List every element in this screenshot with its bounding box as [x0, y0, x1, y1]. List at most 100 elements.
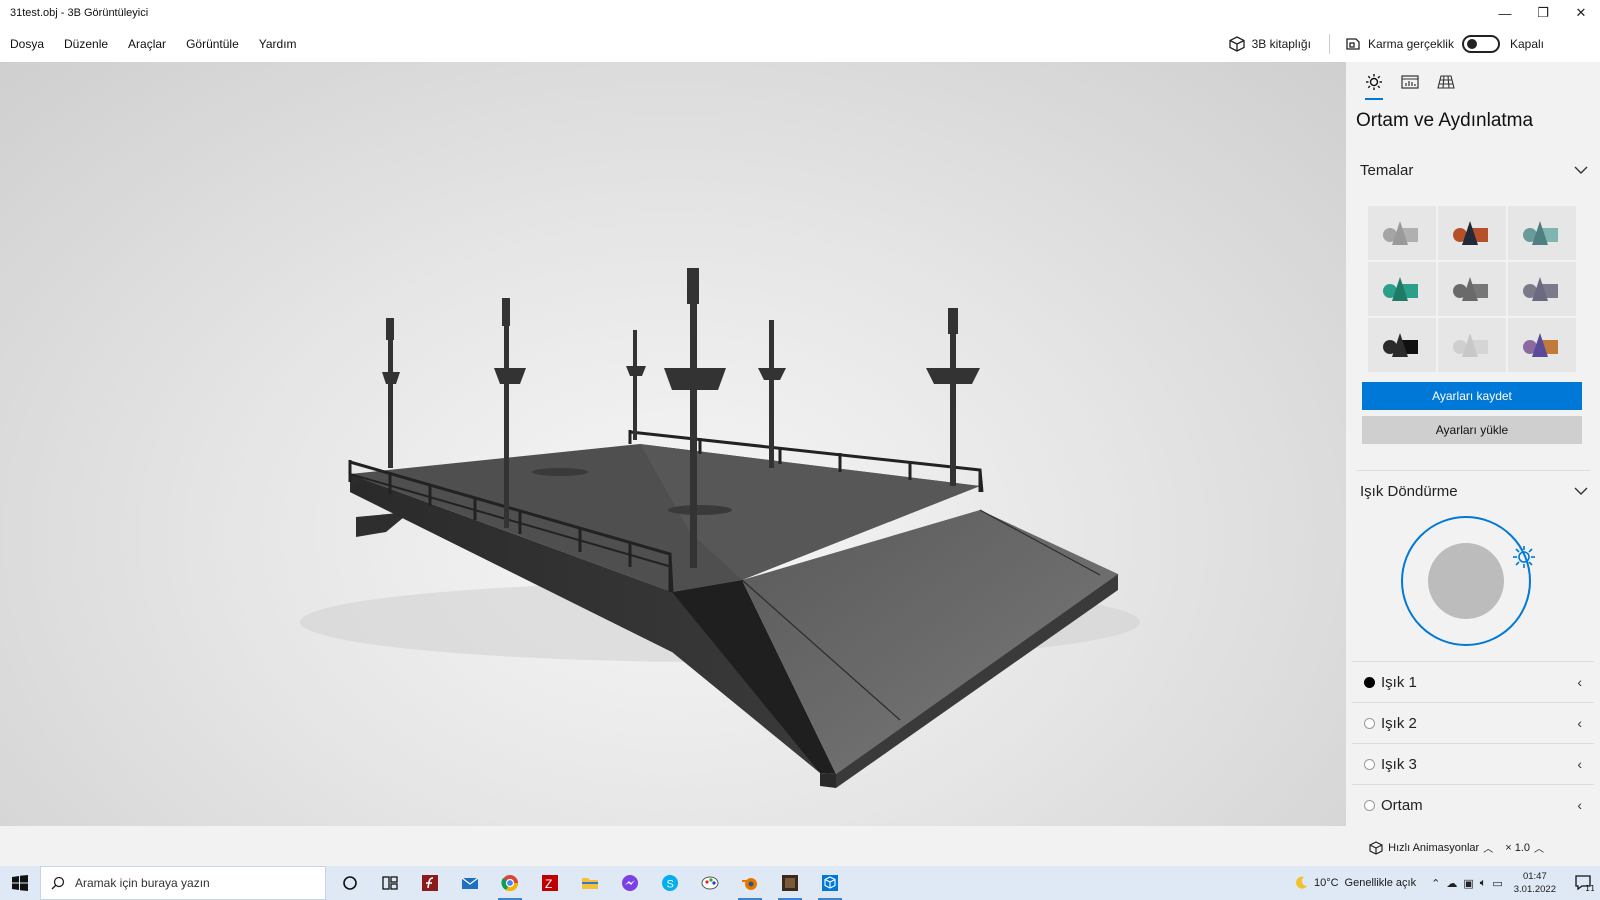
clock-time: 01:47 [1522, 871, 1547, 882]
light-rotation-section-header[interactable]: Işık Döndürme [1346, 471, 1600, 511]
theme-swatch[interactable] [1438, 262, 1506, 316]
notification-center-button[interactable]: 11 [1568, 866, 1600, 900]
volume-icon[interactable]: 🔈︎ [1480, 877, 1487, 890]
skype-icon: S [662, 875, 678, 891]
mixed-reality-label: Karma gerçeklik [1367, 37, 1454, 51]
3d-viewport[interactable] [0, 62, 1346, 826]
light-item[interactable]: Işık 1 ‹ [1352, 661, 1594, 702]
taskbar-app-button[interactable]: S [650, 866, 690, 900]
network-icon[interactable]: ▣ [1463, 877, 1473, 890]
display-icon[interactable]: ▭ [1492, 877, 1502, 890]
themes-section-header[interactable]: Temalar [1346, 150, 1600, 190]
menu-tools[interactable]: Araçlar [128, 37, 166, 51]
chevron-left-icon[interactable]: ‹ [1577, 797, 1582, 813]
mixed-reality-toggle[interactable] [1461, 35, 1500, 53]
taskbar-app-button[interactable] [770, 866, 810, 900]
light-sun-icon[interactable] [1513, 546, 1535, 568]
animations-label: Hızlı Animasyonlar [1388, 841, 1480, 854]
tab-lighting[interactable] [1356, 62, 1392, 102]
light-rotation-dial [1401, 516, 1535, 646]
grid-icon [1437, 75, 1455, 89]
light-item[interactable]: Işık 2 ‹ [1352, 702, 1594, 743]
light-radio[interactable] [1364, 758, 1375, 770]
speed-chevron-up-icon[interactable]: ︿ [1534, 840, 1544, 855]
theme-swatch[interactable] [1368, 262, 1436, 316]
light-item[interactable]: Ortam ‹ [1352, 784, 1594, 825]
clock[interactable]: 01:47 3.01.2022 [1514, 870, 1556, 896]
close-button[interactable]: ✕ [1562, 0, 1600, 26]
theme-preview-icon [1523, 277, 1558, 301]
taskbar-app-button[interactable] [730, 866, 770, 900]
load-settings-button[interactable]: Ayarları yükle [1362, 416, 1582, 444]
theme-swatch[interactable] [1438, 318, 1506, 372]
light-item[interactable]: Işık 3 ‹ [1352, 743, 1594, 784]
taskbar-app-button[interactable] [410, 866, 450, 900]
taskbar-app-button[interactable]: Z [530, 866, 570, 900]
chevron-up-icon[interactable]: ⌃ [1431, 877, 1440, 890]
cloud-icon[interactable]: ☁ [1446, 877, 1457, 890]
theme-swatch[interactable] [1438, 206, 1506, 260]
light-radio[interactable] [1364, 676, 1375, 688]
weather-text: Genellikle açık [1344, 877, 1417, 889]
search-icon [51, 876, 65, 890]
mail-icon [461, 877, 479, 889]
tray-icons: ⌃ ☁ ▣ 🔈︎ ▭ [1428, 877, 1506, 890]
status-bar: Hızlı Animasyonlar ︿ × 1.0 ︿ [0, 826, 1600, 866]
menu-help[interactable]: Yardım [259, 37, 297, 51]
environment-panel: Ortam ve Aydınlatma Temalar Ayarları kay… [1346, 62, 1600, 826]
theme-preview-icon [1523, 221, 1558, 245]
taskbar-app-button[interactable] [570, 866, 610, 900]
menu-bar: Dosya Düzenle Araçlar Görüntüle Yardım 3… [0, 26, 1600, 62]
menu-file[interactable]: Dosya [10, 37, 44, 51]
light-radio[interactable] [1364, 799, 1375, 811]
chevron-left-icon[interactable]: ‹ [1577, 674, 1582, 690]
theme-swatch[interactable] [1368, 206, 1436, 260]
taskbar-app-button[interactable] [330, 866, 370, 900]
taskbar-app-button[interactable] [810, 866, 850, 900]
taskbar-app-button[interactable] [610, 866, 650, 900]
3d-library-button[interactable]: 3B kitaplığı [1228, 36, 1311, 52]
speed-label: × 1.0 [1505, 841, 1530, 854]
themes-section-label: Temalar [1360, 161, 1414, 179]
svg-text:S: S [667, 879, 674, 891]
chevron-down-icon [1574, 166, 1588, 174]
theme-preview-icon [1383, 277, 1418, 301]
panel-tabs [1346, 62, 1600, 102]
panel-title: Ortam ve Aydınlatma [1356, 110, 1534, 131]
menu-view[interactable]: Görüntüle [186, 37, 239, 51]
windows-logo-icon [12, 875, 28, 891]
stats-icon [1401, 75, 1419, 89]
3d-viewer-icon [822, 875, 838, 891]
animations-control[interactable]: Hızlı Animasyonlar ︿ × 1.0 ︿ [1368, 840, 1556, 855]
restore-button[interactable]: ❐ [1524, 0, 1562, 26]
chevron-left-icon[interactable]: ‹ [1577, 715, 1582, 731]
light-rotation-control[interactable] [1346, 511, 1600, 661]
theme-swatch[interactable] [1368, 318, 1436, 372]
chevron-up-icon[interactable]: ︿ [1483, 840, 1493, 855]
taskbar-app-button[interactable] [450, 866, 490, 900]
taskbar-search[interactable]: Aramak için buraya yazın [40, 866, 326, 900]
save-settings-button[interactable]: Ayarları kaydet [1362, 382, 1582, 410]
theme-swatch[interactable] [1508, 318, 1576, 372]
chevron-left-icon[interactable]: ‹ [1577, 756, 1582, 772]
light-radio[interactable] [1364, 717, 1375, 729]
tab-stats[interactable] [1392, 62, 1428, 102]
minimize-button[interactable]: — [1486, 0, 1524, 26]
mixed-reality-button[interactable]: Karma gerçeklik [1344, 36, 1454, 52]
taskbar-app-button[interactable] [490, 866, 530, 900]
theme-swatch[interactable] [1508, 262, 1576, 316]
sun-icon [1366, 74, 1382, 90]
menu-edit[interactable]: Düzenle [64, 37, 108, 51]
menu-divider [1328, 34, 1330, 54]
animation-icon [1369, 840, 1383, 855]
theme-swatch[interactable] [1508, 206, 1576, 260]
start-button[interactable] [0, 866, 40, 900]
theme-preview-icon [1453, 221, 1488, 245]
3d-model-render [300, 268, 1140, 788]
weather-widget[interactable]: 10°C Genellikle açık [1294, 876, 1416, 890]
search-placeholder: Aramak için buraya yazın [75, 876, 210, 890]
taskbar-app-button[interactable] [370, 866, 410, 900]
taskbar-app-button[interactable] [690, 866, 730, 900]
light-label: Işık 1 [1381, 673, 1417, 691]
tab-grid[interactable] [1428, 62, 1464, 102]
